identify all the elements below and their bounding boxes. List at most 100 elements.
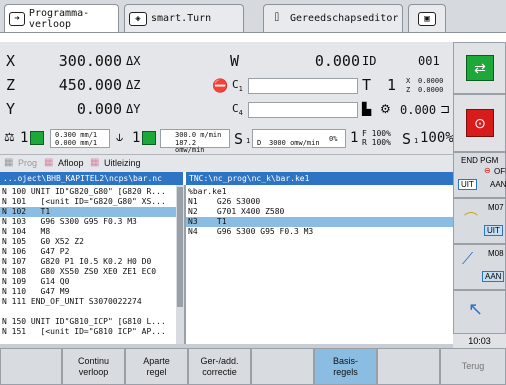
nc-line[interactable]: N4 G96 S300 G95 F0.3 M3: [186, 227, 453, 237]
c1-label: C1: [232, 78, 243, 94]
tool-t-value: 1: [386, 76, 396, 94]
uitleizing-mode-label[interactable]: Uitleizing: [104, 158, 141, 168]
feed-icon: ⚖: [4, 130, 15, 144]
axis-x-label: X: [6, 52, 16, 70]
nc-line[interactable]: N 100 UNIT ID"G820_G80" [G820 R...: [0, 187, 176, 197]
spindle-icon: ⫝: [116, 130, 124, 144]
m08-aan-badge: AAN: [482, 271, 505, 282]
diagonal-arrow-icon: ↖: [468, 299, 484, 319]
vsk-m07[interactable]: ⌒ M07 UIT: [453, 198, 506, 244]
nc-line[interactable]: N 151 [<unit ID="G810 ICP" AP...: [0, 327, 176, 337]
id-value: 001: [418, 54, 440, 68]
nc-line[interactable]: N 101 [<unit ID="G820_G80" XS...: [0, 197, 176, 207]
z-offset-value: 0.0000: [418, 86, 444, 94]
softkey-empty-1[interactable]: [0, 348, 62, 385]
tab-save[interactable]: ▣: [408, 4, 446, 32]
axis-x-value: 300.000: [58, 52, 122, 70]
axis-z-delta: ΔZ: [126, 78, 141, 92]
coolant-icon: ⌒: [464, 211, 478, 227]
tab-programma-verloop[interactable]: ➜ Programma-verloop: [4, 4, 119, 32]
spindle-gear-icon: ⚙: [380, 102, 391, 116]
m07-uit-badge: UIT: [484, 225, 503, 236]
s-box: D 3000 omw/min 0%: [252, 129, 346, 148]
tab-label: Programma-verloop: [28, 7, 90, 30]
left-pane-header: ...oject\BHB_KAPITEL2\ncps\bar.nc: [0, 172, 183, 185]
nc-line[interactable]: N1 G26 S3000: [186, 197, 453, 207]
axis-w-value: 0.000: [314, 52, 360, 70]
nc-stop-icon: ⊙: [466, 109, 494, 137]
vsk-m08[interactable]: ⟋ M08 AAN: [453, 244, 506, 290]
off-label: OFF: [494, 167, 506, 176]
nc-line[interactable]: N 150 UNIT ID"G810_ICP" [G810 L...: [0, 317, 176, 327]
axis-z-label: Z: [6, 76, 16, 94]
end-pgm-label: END PGM: [461, 156, 499, 165]
spindle-box: 300.0 m/min 187.2 omw/min: [160, 129, 230, 154]
aan-label: AAN: [490, 180, 506, 189]
softkey-aparte-regel[interactable]: Aparte regel: [125, 348, 188, 385]
feed-top: 0.300 mm/1: [55, 131, 98, 139]
nc-line[interactable]: N 105 G0 X52 Z2: [0, 237, 176, 247]
vsk-2[interactable]: ⊙: [453, 94, 506, 152]
arrow-right-icon: ➜: [9, 11, 25, 26]
m07-label: M07: [488, 203, 504, 212]
tab-label: smart.Turn: [151, 13, 212, 24]
spindle-value: 0.000: [400, 103, 437, 117]
axis-row-y: Y 0.000 ΔY C4 ▙ ⚙ 0.000 ⊐: [0, 100, 453, 120]
x-offset-label: X: [406, 77, 411, 85]
nc-line[interactable]: N 110 G47 M9: [0, 287, 176, 297]
spindle-active-icon: [142, 131, 156, 145]
nc-line[interactable]: N 106 G47 P2: [0, 247, 176, 257]
s-d-label: D: [257, 139, 262, 147]
program-area: ...oject\BHB_KAPITEL2\ncps\bar.nc TNC:\n…: [0, 172, 453, 344]
nc-line[interactable]: N 108 G80 XS50 ZS0 XE0 ZE1 EC0: [0, 267, 176, 277]
coolant-jet-icon: ⟋: [462, 251, 474, 268]
status-row: ⚖ 1 0.300 mm/1 0.000 mm/1 ⫝ 1 300.0 m/mi…: [0, 126, 454, 154]
tool-icon: ⌷: [274, 12, 280, 23]
m08-label: M08: [488, 249, 504, 258]
softkey-empty-2[interactable]: [251, 348, 314, 385]
softkey-terug[interactable]: Terug: [440, 348, 506, 385]
nc-line[interactable]: N3 T1: [186, 217, 453, 227]
s-label: S: [234, 130, 244, 148]
scrollbar-thumb[interactable]: [177, 187, 183, 307]
s-d-value: 3000 omw/min: [269, 139, 320, 147]
clock: 10:03: [453, 334, 506, 348]
vsk-axis[interactable]: ↖: [453, 290, 506, 334]
nc-line[interactable]: N 103 G96 S300 G95 F0.3 M3: [0, 217, 176, 227]
prog-mode-label[interactable]: Prog: [18, 158, 37, 168]
tab-smart-turn[interactable]: ◈ smart.Turn: [124, 4, 244, 32]
right-pane-header: TNC:\nc_prog\nc_k\bar.ke1: [186, 172, 453, 185]
vsk-end-pgm[interactable]: END PGM ⊖ OFF UIT AAN: [453, 152, 506, 198]
softkey-empty-3[interactable]: [377, 348, 440, 385]
nc-line[interactable]: N 104 M8: [0, 227, 176, 237]
nc-line[interactable]: N 109 G14 Q0: [0, 277, 176, 287]
nc-line[interactable]: N2 G701 X400 Z580: [186, 207, 453, 217]
feed-number: 1: [20, 130, 29, 146]
spindle-chart-icon: ▙: [362, 102, 372, 116]
left-pane-scrollbar[interactable]: [176, 185, 184, 344]
softkey-ger-add-correctie[interactable]: Ger-/add. correctie: [188, 348, 251, 385]
s-sub: 1: [246, 137, 251, 145]
softkey-continu-verloop[interactable]: Continu verloop: [62, 348, 125, 385]
tab-gereedschapseditor[interactable]: ⌷ Gereedschapseditor: [263, 4, 403, 32]
uitleizing-mode-icon: ▦: [90, 157, 100, 168]
afloop-mode-label[interactable]: Afloop: [58, 158, 84, 168]
nc-line[interactable]: %bar.ke1: [186, 187, 453, 197]
softkey-basis-regels[interactable]: Basis- regels: [314, 348, 377, 385]
off-indicator-icon: ⊖: [484, 166, 491, 175]
c4-field: [248, 102, 358, 118]
tab-label: Gereedschapseditor: [290, 13, 399, 24]
afloop-mode-icon: ▦: [44, 157, 54, 168]
nc-line[interactable]: N 107 G820 P1 I0.5 K0.2 H0 D0: [0, 257, 176, 267]
nc-line[interactable]: N 111 END_OF_UNIT S3070022274: [0, 297, 176, 307]
f-override: F 100%: [362, 129, 391, 138]
top-tab-bar: ➜ Programma-verloop ◈ smart.Turn ⌷ Geree…: [0, 0, 506, 42]
vsk-1[interactable]: ⇄: [453, 42, 506, 94]
tool-t-label: T: [362, 76, 372, 94]
c1-field: [248, 78, 358, 94]
x-offset-value: 0.0000: [418, 77, 444, 85]
feed-box: 0.300 mm/1 0.000 mm/1: [50, 129, 110, 148]
chuck-icon: ⊐: [440, 102, 451, 116]
nc-line[interactable]: N 102 T1: [0, 207, 176, 217]
nc-line[interactable]: [0, 307, 176, 317]
